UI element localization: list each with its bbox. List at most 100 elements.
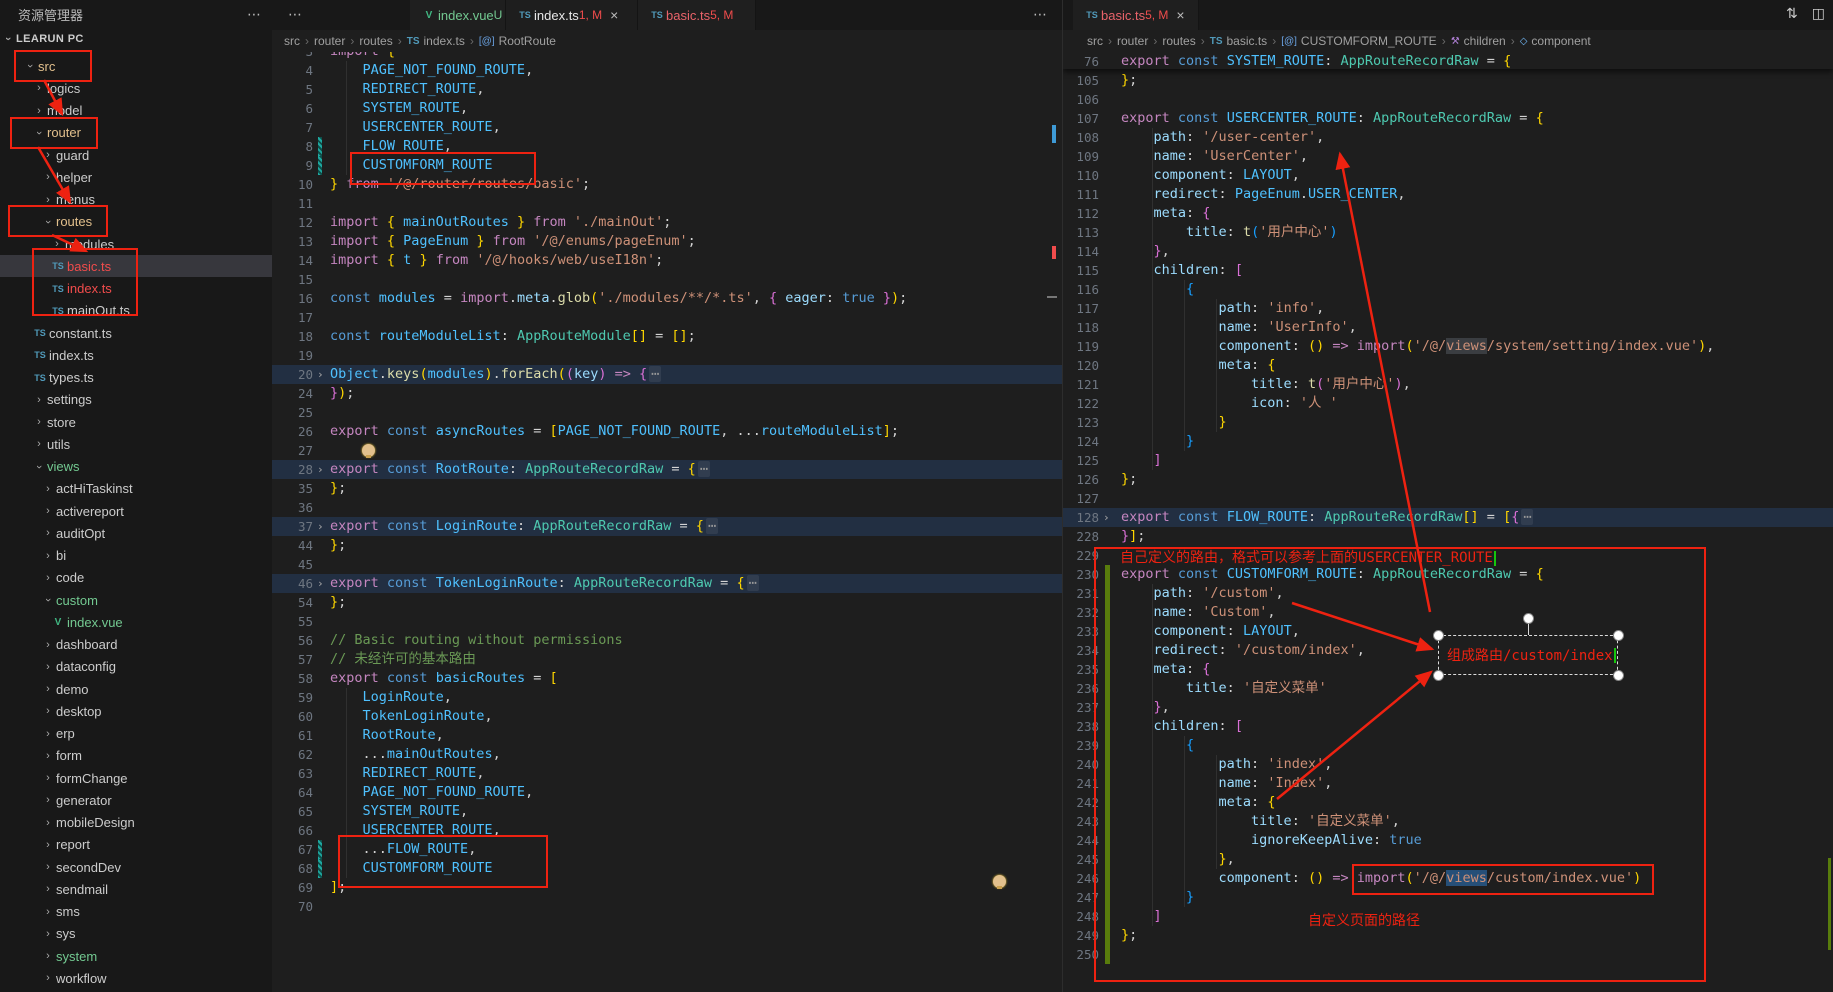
chevron-right-icon[interactable]: › (40, 505, 56, 517)
tree-item-index.ts[interactable]: TSindex.ts (0, 344, 303, 366)
chevron-right-icon[interactable]: › (40, 928, 56, 940)
code-line[interactable]: 5 REDIRECT_ROUTE, (272, 80, 1062, 99)
tree-item-types.ts[interactable]: TStypes.ts (0, 367, 303, 389)
code-line[interactable]: 45 (272, 555, 1062, 574)
code-line[interactable]: 25 (272, 403, 1062, 422)
lightbulb-icon[interactable] (362, 444, 375, 457)
fold-chevron-icon[interactable]: › (317, 517, 324, 536)
chevron-right-icon[interactable]: › (40, 149, 56, 161)
breadcrumb-item[interactable]: RootRoute (499, 34, 556, 48)
split-editor-icon[interactable]: ◫ (1812, 5, 1825, 22)
tree-item-bi[interactable]: ›bi (0, 545, 312, 567)
chevron-right-icon[interactable]: › (40, 972, 56, 984)
code-line[interactable]: 4 PAGE_NOT_FOUND_ROUTE, (272, 61, 1062, 80)
chevron-right-icon[interactable]: › (40, 794, 56, 806)
chevron-down-icon[interactable]: › (42, 592, 54, 608)
tree-item-sendmail[interactable]: ›sendmail (0, 878, 312, 900)
chevron-right-icon[interactable]: › (40, 171, 56, 183)
tree-item-erp[interactable]: ›erp (0, 723, 312, 745)
code-line[interactable]: 115 children: [ (1063, 261, 1833, 280)
tree-item-code[interactable]: ›code (0, 567, 312, 589)
close-icon[interactable]: × (610, 7, 618, 23)
code-line[interactable]: 124 } (1063, 432, 1833, 451)
breadcrumb-item[interactable]: src (284, 34, 300, 48)
fold-chevron-icon[interactable]: › (317, 365, 324, 384)
code-line[interactable]: 37›export const LoginRoute: AppRouteReco… (272, 517, 1062, 536)
tree-item-views[interactable]: ›views (0, 456, 303, 478)
code-line[interactable]: 61 RootRoute, (272, 726, 1062, 745)
code-line[interactable]: 107export const USERCENTER_ROUTE: AppRou… (1063, 109, 1833, 128)
chevron-down-icon[interactable]: › (33, 459, 45, 475)
code-line[interactable]: 13import { PageEnum } from '/@/enums/pag… (272, 232, 1062, 251)
breadcrumb-item[interactable]: basic.ts (1227, 34, 1268, 48)
tree-item-demo[interactable]: ›demo (0, 678, 312, 700)
tree-item-generator[interactable]: ›generator (0, 789, 312, 811)
chevron-right-icon[interactable]: › (40, 861, 56, 873)
breadcrumb-item[interactable]: component (1531, 34, 1590, 48)
fold-chevron-icon[interactable]: › (1103, 508, 1110, 527)
tree-item-mobileDesign[interactable]: ›mobileDesign (0, 812, 312, 834)
rotate-handle[interactable] (1523, 613, 1534, 624)
code-line[interactable]: 64 PAGE_NOT_FOUND_ROUTE, (272, 783, 1062, 802)
tree-item-custom[interactable]: ›custom (0, 589, 312, 611)
code-line[interactable]: 126}; (1063, 470, 1833, 489)
code-line[interactable]: 120 meta: { (1063, 356, 1833, 375)
breadcrumb-item[interactable]: index.ts (424, 34, 465, 48)
workspace-root[interactable]: › LEARUN PC (0, 28, 272, 50)
resize-handle[interactable] (1433, 630, 1444, 641)
code-line[interactable]: 59 LoginRoute, (272, 688, 1062, 707)
sticky-scroll-line[interactable]: 76export const SYSTEM_ROUTE: AppRouteRec… (1063, 52, 1833, 69)
code-line[interactable]: 54}; (272, 593, 1062, 612)
code-line[interactable]: 26export const asyncRoutes = [PAGE_NOT_F… (272, 422, 1062, 441)
code-line[interactable]: 105}; (1063, 71, 1833, 90)
code-line[interactable]: 36 (272, 498, 1062, 517)
code-line[interactable]: 123 } (1063, 413, 1833, 432)
code-line-sticky[interactable]: 76export const SYSTEM_ROUTE: AppRouteRec… (1063, 52, 1833, 69)
tree-item-form[interactable]: ›form (0, 745, 312, 767)
chevron-right-icon[interactable]: › (31, 394, 47, 406)
chevron-right-icon[interactable]: › (40, 550, 56, 562)
tab-overflow-icon[interactable]: ⋯ (288, 6, 303, 23)
tree-item-activereport[interactable]: ›activereport (0, 500, 312, 522)
code-line[interactable]: 28›export const RootRoute: AppRouteRecor… (272, 460, 1062, 479)
tree-item-store[interactable]: ›store (0, 411, 303, 433)
chevron-right-icon[interactable]: › (31, 438, 47, 450)
code-line[interactable]: 118 name: 'UserInfo', (1063, 318, 1833, 337)
code-line[interactable]: 113 title: t('用户中心') (1063, 223, 1833, 242)
code-line[interactable]: 19 (272, 346, 1062, 365)
breadcrumb[interactable]: src›router›routes›TSbasic.ts›[@]CUSTOMFO… (1063, 30, 1833, 52)
tree-item-dataconfig[interactable]: ›dataconfig (0, 656, 312, 678)
breadcrumb-item[interactable]: router (314, 34, 345, 48)
code-line[interactable]: 116 { (1063, 280, 1833, 299)
code-line[interactable]: 7 USERCENTER_ROUTE, (272, 118, 1062, 137)
tree-item-report[interactable]: ›report (0, 834, 312, 856)
code-line[interactable]: 18const routeModuleList: AppRouteModule[… (272, 327, 1062, 346)
breadcrumb-item[interactable]: CUSTOMFORM_ROUTE (1301, 34, 1437, 48)
code-line[interactable]: 58export const basicRoutes = [ (272, 669, 1062, 688)
code-line[interactable]: 121 title: t('用户中心'), (1063, 375, 1833, 394)
tree-item-helper[interactable]: ›helper (0, 166, 312, 188)
code-line[interactable]: 106 (1063, 90, 1833, 109)
tree-item-system[interactable]: ›system (0, 945, 312, 967)
breadcrumb-item[interactable]: src (1087, 34, 1103, 48)
tree-item-sms[interactable]: ›sms (0, 901, 312, 923)
tree-item-utils[interactable]: ›utils (0, 433, 303, 455)
breadcrumb-item[interactable]: routes (359, 34, 392, 48)
chevron-right-icon[interactable]: › (40, 527, 56, 539)
code-line[interactable]: 127 (1063, 489, 1833, 508)
code-line[interactable]: 44}; (272, 536, 1062, 555)
resize-handle[interactable] (1433, 670, 1444, 681)
chevron-right-icon[interactable]: › (40, 683, 56, 695)
breadcrumb-item[interactable]: routes (1162, 34, 1195, 48)
chevron-right-icon[interactable]: › (40, 883, 56, 895)
chevron-right-icon[interactable]: › (31, 82, 47, 94)
tree-item-secondDev[interactable]: ›secondDev (0, 856, 312, 878)
breadcrumb-item[interactable]: children (1464, 34, 1506, 48)
code-line[interactable]: 62 ...mainOutRoutes, (272, 745, 1062, 764)
lightbulb-icon[interactable] (993, 875, 1006, 888)
code-line[interactable]: 108 path: '/user-center', (1063, 128, 1833, 147)
code-line[interactable]: 20›Object.keys(modules).forEach((key) =>… (272, 365, 1062, 384)
chevron-right-icon[interactable]: › (40, 705, 56, 717)
tree-item-auditOpt[interactable]: ›auditOpt (0, 522, 312, 544)
tab-index.ts[interactable]: TSindex.ts 1, M× (506, 0, 638, 30)
